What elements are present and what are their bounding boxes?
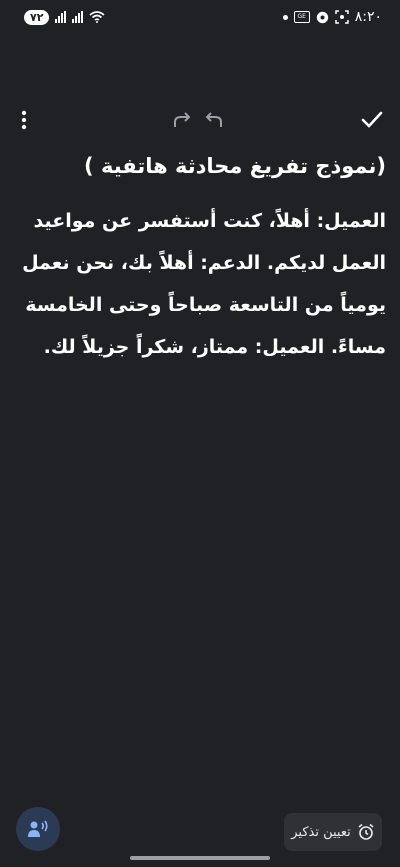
set-reminder-button[interactable]: تعيين تذكير <box>284 813 382 851</box>
status-bar: ٧٢ GE ٨:٢٠ <box>0 0 400 34</box>
note-toolbar <box>0 100 400 140</box>
undo-button[interactable] <box>200 106 228 134</box>
screen-record-icon <box>334 10 349 24</box>
notification-dot <box>282 14 288 20</box>
voice-icon <box>28 820 48 837</box>
sim-badge: GE <box>293 11 310 23</box>
undo-icon <box>205 112 222 127</box>
redo-icon <box>174 112 191 127</box>
redo-button[interactable] <box>168 106 196 134</box>
alarm-icon <box>358 823 374 840</box>
check-icon <box>361 111 383 128</box>
battery-indicator: ٧٢ <box>24 9 50 25</box>
clock: ٨:٢٠ <box>354 9 382 25</box>
done-button[interactable] <box>358 106 386 134</box>
set-reminder-label: تعيين تذكير <box>291 824 351 840</box>
soccer-ball-icon <box>316 11 328 23</box>
signal-icon <box>55 11 67 23</box>
note-body[interactable]: العميل: أهلاً، كنت أستفسر عن مواعيد العم… <box>14 200 386 368</box>
note-title[interactable]: (نموذج تفريغ محادثة هاتفية ) <box>14 150 386 182</box>
more-vert-icon <box>21 110 27 130</box>
voice-input-button[interactable] <box>16 807 60 851</box>
status-right: GE ٨:٢٠ <box>282 9 382 25</box>
home-indicator[interactable] <box>130 856 270 860</box>
wifi-icon <box>89 11 105 23</box>
status-left: ٧٢ <box>24 9 105 25</box>
more-options-button[interactable] <box>10 106 38 134</box>
signal-icon-2 <box>72 11 84 23</box>
